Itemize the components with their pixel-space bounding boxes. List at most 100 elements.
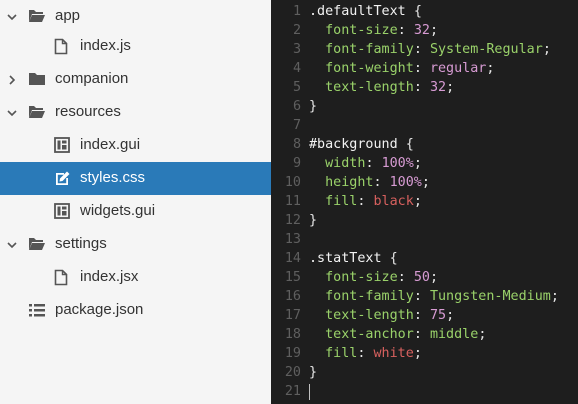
code-line: 2 font-size: 32;	[271, 21, 578, 40]
code-token: ;	[486, 61, 495, 76]
code-text[interactable]: text-anchor: middle;	[309, 325, 486, 344]
line-number: 18	[284, 327, 301, 342]
code-text[interactable]: .defaultText {	[309, 2, 422, 21]
code-token: font-size	[309, 23, 398, 38]
code-token: text-anchor	[309, 327, 414, 342]
line-number: 10	[284, 175, 301, 190]
code-token: 32	[429, 80, 447, 95]
code-line: 15 font-size: 50;	[271, 268, 578, 287]
code-text[interactable]: font-size: 50;	[309, 268, 438, 287]
tree-item[interactable]: index.jsx	[0, 261, 271, 294]
file-explorer: app index.js companion resources index.gui st…	[0, 0, 271, 404]
tree-item[interactable]: app	[0, 0, 271, 33]
tree-item[interactable]: resources	[0, 96, 271, 129]
code-line: 8 #background {	[271, 135, 578, 154]
code-token: fill	[309, 346, 358, 361]
chevron-down-icon[interactable]	[6, 106, 20, 120]
code-line: 10 height: 100%;	[271, 173, 578, 192]
code-token: #background	[309, 137, 406, 152]
line-number: 21	[284, 384, 301, 399]
code-line: 18 text-anchor: middle;	[271, 325, 578, 344]
code-token: text-length	[309, 308, 414, 323]
chevron-down-icon[interactable]	[6, 10, 20, 24]
code-token: 100%	[389, 175, 422, 190]
code-text[interactable]: text-length: 75;	[309, 306, 454, 325]
code-token: :	[413, 308, 430, 323]
code-editor[interactable]: 1 .defaultText {2 font-size: 32; 3 font-fa…	[271, 0, 578, 404]
tree-item[interactable]: settings	[0, 228, 271, 261]
code-line: 13	[271, 230, 578, 249]
code-token: {	[413, 4, 422, 19]
tree-item-label: package.json	[55, 301, 144, 318]
code-token: width	[309, 156, 366, 171]
code-line: 9 width: 100%;	[271, 154, 578, 173]
code-text[interactable]: width: 100%;	[309, 154, 422, 173]
code-text[interactable]: font-family: System-Regular;	[309, 40, 551, 59]
tree-item[interactable]: styles.css	[0, 162, 271, 195]
code-token: Tungsten-Medium	[429, 289, 551, 304]
code-token: :	[413, 80, 430, 95]
line-number: 11	[284, 194, 301, 209]
code-line: 20}	[271, 363, 578, 382]
code-token: :	[413, 61, 430, 76]
code-text[interactable]: font-weight: regular;	[309, 59, 494, 78]
code-text[interactable]: }	[309, 211, 317, 230]
code-text[interactable]: height: 100%;	[309, 173, 430, 192]
list-icon	[28, 302, 46, 320]
line-number: 16	[284, 289, 301, 304]
tree-item[interactable]: companion	[0, 63, 271, 96]
code-line: 21	[271, 382, 578, 401]
chevron-right-icon[interactable]	[6, 73, 20, 87]
code-line: 17 text-length: 75;	[271, 306, 578, 325]
code-token: }	[309, 99, 318, 114]
code-token: ;	[542, 42, 551, 57]
code-text[interactable]: font-family: Tungsten-Medium;	[309, 287, 559, 306]
line-number: 12	[284, 213, 301, 228]
code-token: height	[309, 175, 374, 190]
line-number: 17	[284, 308, 301, 323]
code-line: 6}	[271, 97, 578, 116]
code-line: 7	[271, 116, 578, 135]
code-token: ;	[421, 175, 430, 190]
code-token: 50	[413, 270, 430, 285]
tree-item[interactable]: index.js	[0, 30, 271, 63]
code-token: 75	[429, 308, 447, 323]
code-token: ;	[446, 80, 455, 95]
tree-item[interactable]: package.json	[0, 294, 271, 327]
code-token: ;	[413, 346, 422, 361]
line-number: 13	[284, 232, 301, 247]
code-text[interactable]: }	[309, 363, 317, 382]
line-number: 7	[292, 118, 301, 133]
code-text[interactable]: fill: black;	[309, 192, 422, 211]
code-token: ;	[446, 308, 455, 323]
code-token: :	[413, 42, 430, 57]
code-token: font-size	[309, 270, 398, 285]
code-token: :	[357, 346, 374, 361]
code-token: regular	[429, 61, 487, 76]
code-token: {	[405, 137, 414, 152]
tree-item[interactable]: index.gui	[0, 129, 271, 162]
code-token: {	[389, 251, 398, 266]
line-number: 8	[292, 137, 301, 152]
line-number: 2	[292, 23, 301, 38]
code-token: 32	[413, 23, 430, 38]
tree-item-label: styles.css	[80, 169, 146, 186]
code-token: .statText	[309, 251, 390, 266]
text-cursor	[309, 384, 310, 400]
line-number: 15	[284, 270, 301, 285]
tree-item-label: widgets.gui	[80, 202, 156, 219]
file-icon	[54, 269, 72, 287]
tree-item[interactable]: widgets.gui	[0, 195, 271, 228]
code-text[interactable]: fill: white;	[309, 344, 422, 363]
chevron-down-icon[interactable]	[6, 238, 20, 252]
code-line: 4 font-weight: regular;	[271, 59, 578, 78]
code-text[interactable]: text-length: 32;	[309, 78, 454, 97]
code-text[interactable]: #background {	[309, 135, 414, 154]
code-text[interactable]: .statText {	[309, 249, 398, 268]
tree-item-label: app	[55, 7, 81, 24]
code-token: :	[357, 194, 374, 209]
code-text[interactable]: font-size: 32;	[309, 21, 438, 40]
code-token: font-family	[309, 42, 414, 57]
code-text[interactable]: }	[309, 97, 317, 116]
folder-icon	[28, 71, 46, 89]
